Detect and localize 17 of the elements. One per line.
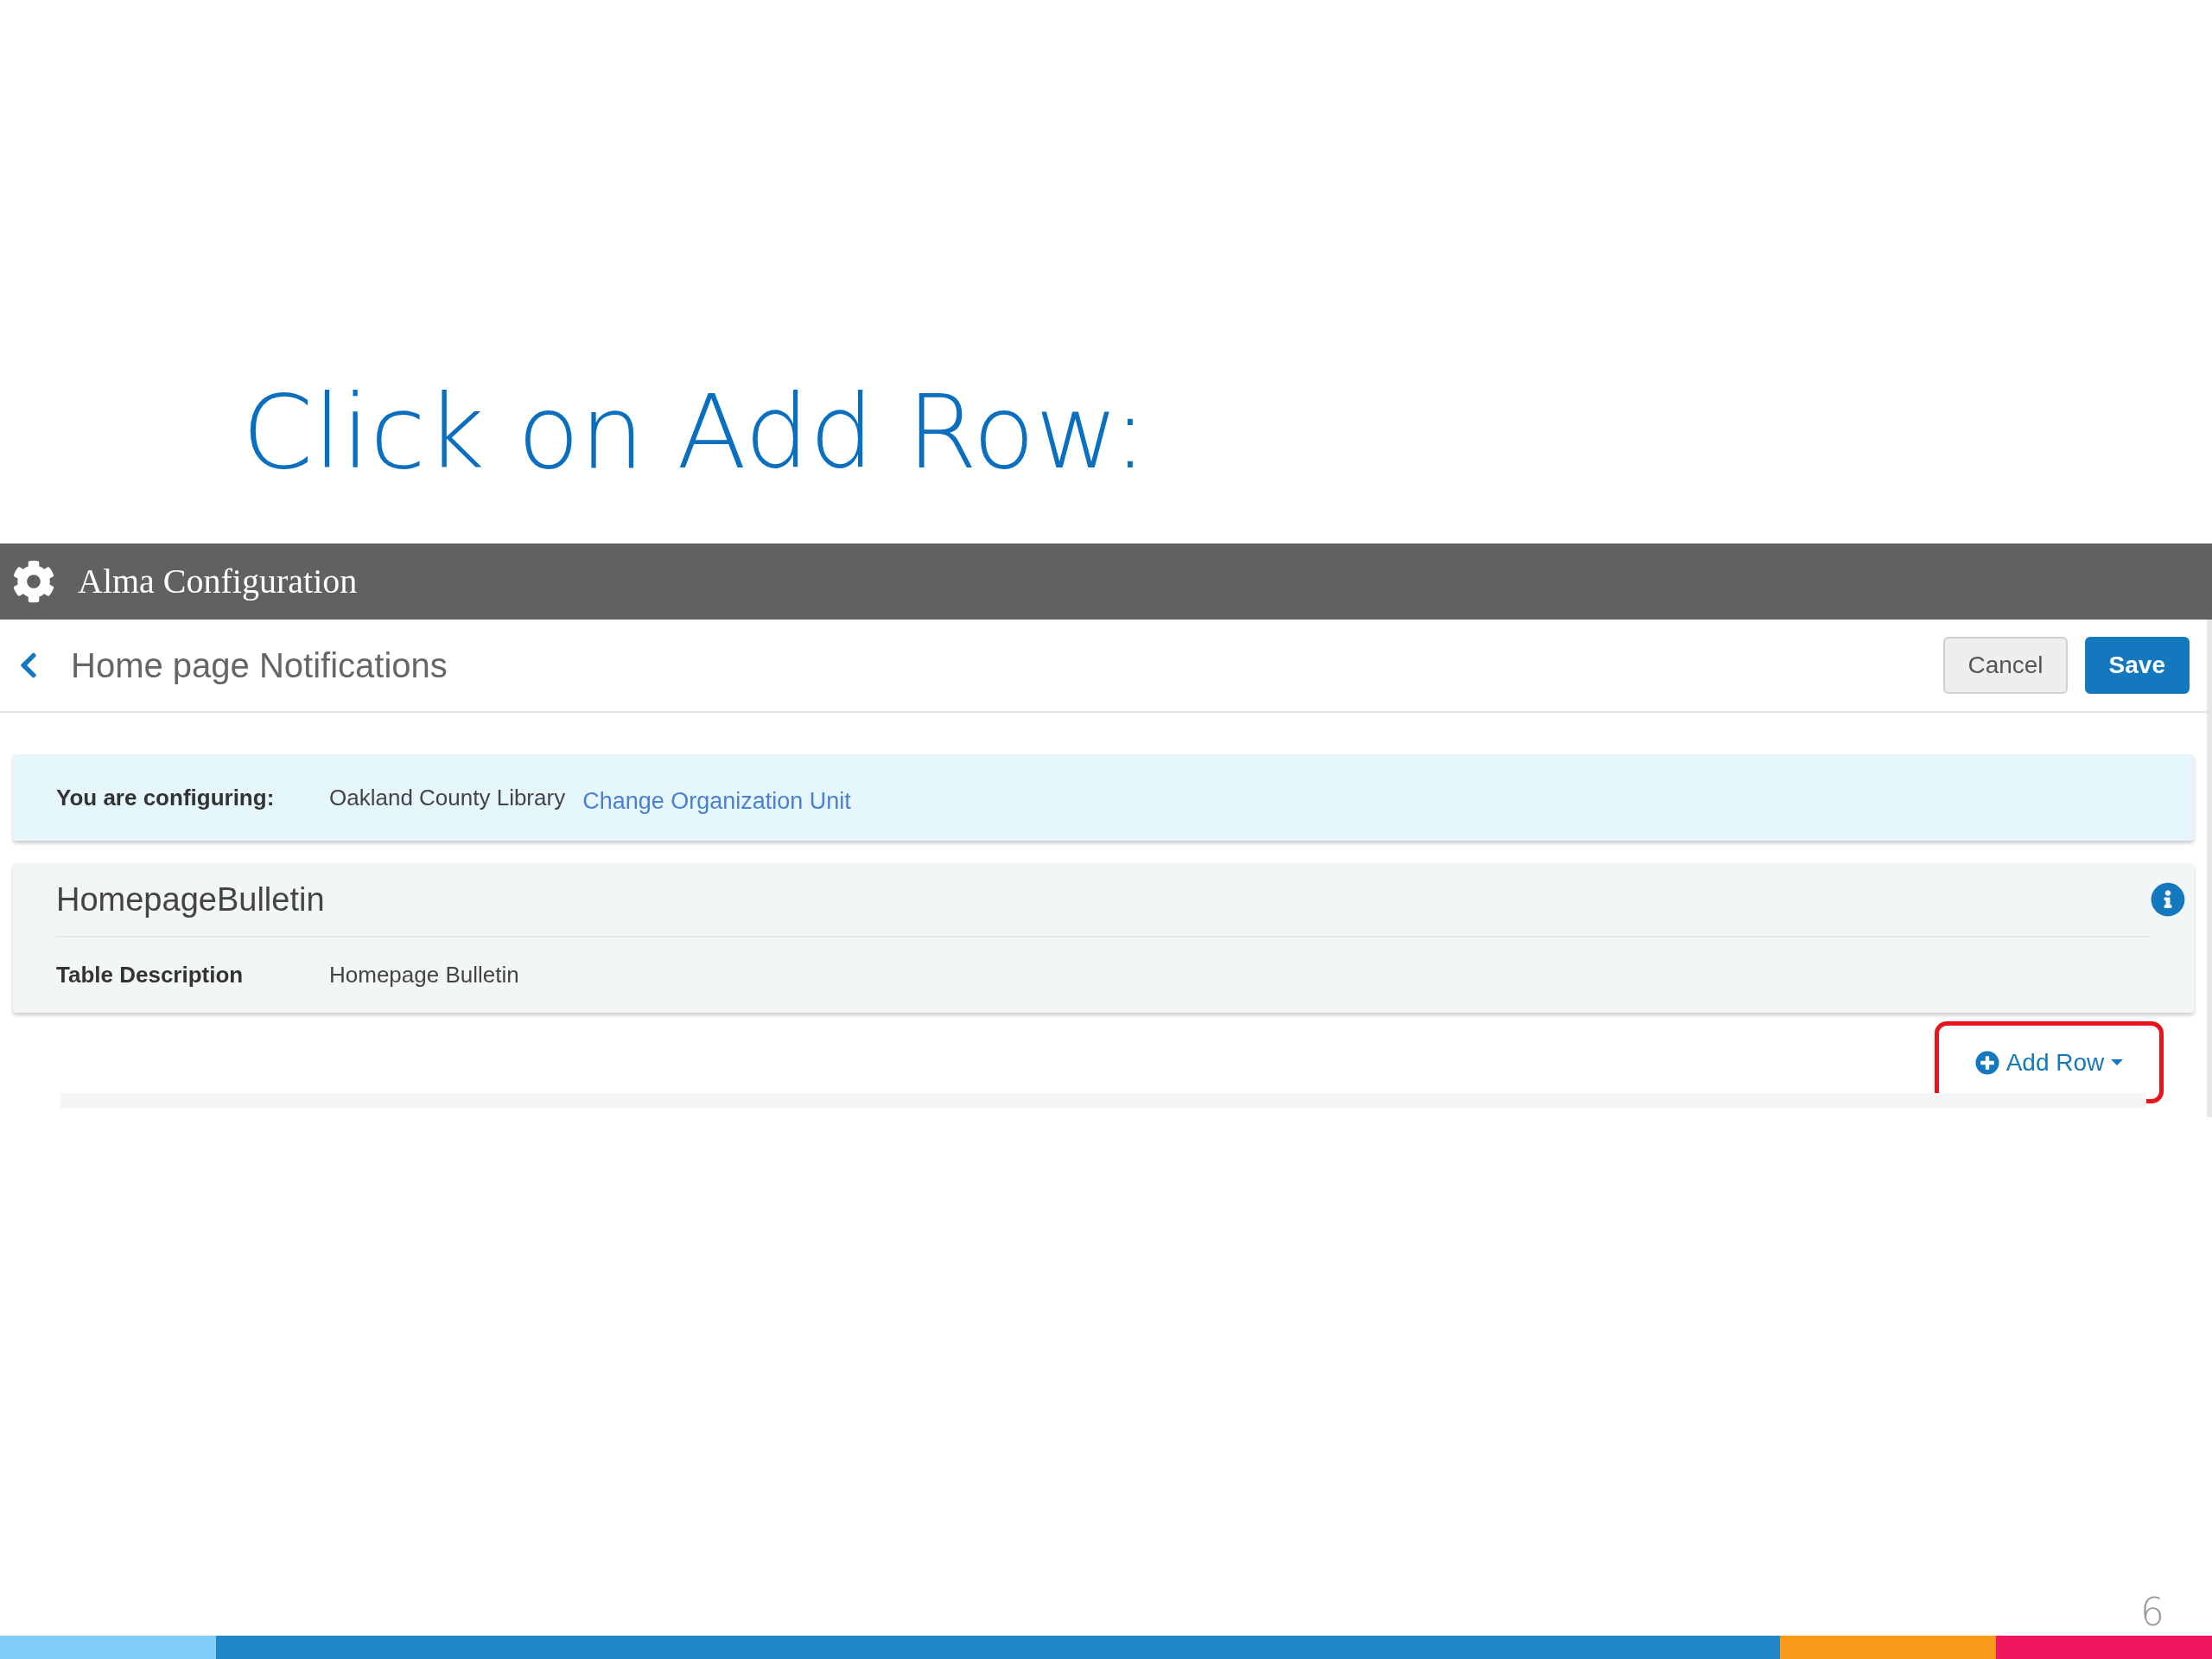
save-button[interactable]: Save [2084, 637, 2190, 695]
change-unit-link[interactable]: Change Organization Unit [582, 783, 851, 819]
info-icon[interactable] [2151, 882, 2185, 918]
app-title: Alma Configuration [78, 561, 358, 603]
slide-title: Click on Add Row: [242, 381, 1147, 484]
page-title: Home page Notifications [71, 645, 448, 687]
caret-icon [2111, 1059, 2124, 1066]
gear-icon[interactable] [12, 560, 55, 604]
configuring-label: You are configuring: [56, 783, 276, 812]
description-label: Table Description [56, 961, 245, 990]
description-value: Homepage Bulletin [329, 961, 519, 990]
library-name: Oakland County Library [329, 783, 566, 812]
cancel-button[interactable]: Cancel [1943, 637, 2068, 695]
page-number: 6 [2140, 1589, 2164, 1637]
table-name: HomepageBulletin [56, 880, 325, 919]
add-row-button[interactable]: Add Row [1974, 1044, 2124, 1081]
plus-icon [1974, 1050, 1999, 1075]
